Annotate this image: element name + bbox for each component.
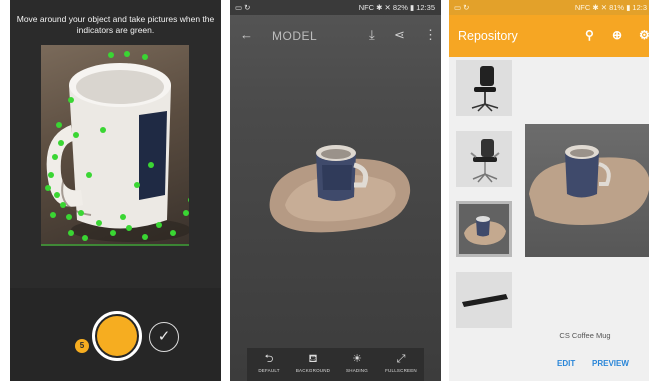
status-right: NFC ✱ ✕ 81% ▮ 12:3: [574, 3, 647, 12]
status-bar: ▭ ↻ NFC ✱ ✕ 81% ▮ 12:3: [449, 0, 649, 15]
capture-instruction: Move around your object and take picture…: [16, 14, 215, 35]
background-button[interactable]: ⛾ BACKGROUND: [291, 348, 335, 375]
paint-icon: ⛾: [308, 353, 318, 365]
search-icon[interactable]: ⚲: [585, 28, 594, 42]
fullscreen-label: FULLSCREEN: [385, 368, 417, 373]
viewer-title: MODEL: [272, 29, 318, 43]
preview-button[interactable]: PREVIEW: [592, 359, 629, 368]
list-item-coffee-mug[interactable]: [456, 201, 512, 257]
mug-preview-image: [529, 145, 649, 225]
viewer-toolbar: ← MODEL ⤓ ⋖ ⋮: [230, 15, 441, 55]
list-item-chair-2[interactable]: [456, 131, 512, 187]
settings-icon[interactable]: ⚙: [639, 28, 649, 42]
office-chair-thumbnail: [471, 66, 499, 112]
model-viewer-screen: ▭ ↻ NFC ✱ ✕ 82% ▮ 12:35 ← MODEL ⤓ ⋖ ⋮ ⮌ …: [230, 0, 441, 381]
default-label: DEFAULT: [258, 368, 280, 373]
camera-preview: [41, 45, 191, 246]
shading-button[interactable]: ☀ SHADING: [335, 348, 379, 375]
list-item-keyboard[interactable]: [456, 272, 512, 328]
status-left: ▭ ↻: [454, 3, 470, 12]
fullscreen-icon: ⤢: [396, 353, 406, 365]
page-title: Repository: [458, 29, 518, 43]
add-circle-icon[interactable]: ⊕: [612, 28, 622, 42]
keyboard-thumbnail: [462, 294, 508, 307]
app-bar: Repository ⚲ ⊕ ⚙: [449, 15, 649, 57]
confirm-button[interactable]: ✓: [149, 322, 179, 352]
background-label: BACKGROUND: [295, 368, 331, 373]
capture-screen: Move around your object and take picture…: [10, 0, 221, 381]
list-item-chair-1[interactable]: [456, 60, 512, 116]
share-icon[interactable]: ⋖: [394, 27, 405, 43]
repository-screen: ▭ ↻ NFC ✱ ✕ 81% ▮ 12:3 Repository ⚲ ⊕ ⚙: [449, 0, 649, 381]
checkmark-icon: ✓: [157, 328, 171, 345]
status-right: NFC ✱ ✕ 82% ▮ 12:35: [358, 3, 435, 12]
viewer-bottom-bar: ⮌ DEFAULT ⛾ BACKGROUND ☀ SHADING ⤢ FULLS…: [247, 348, 424, 381]
status-left: ▭ ↻: [235, 3, 251, 12]
model-3d-view[interactable]: [230, 135, 441, 265]
shutter-button[interactable]: [92, 311, 142, 361]
status-bar: ▭ ↻ NFC ✱ ✕ 82% ▮ 12:35: [230, 0, 441, 15]
armchair-thumbnail: [470, 139, 500, 183]
lightbulb-icon: ☀: [352, 353, 362, 365]
photo-count-badge: 5: [75, 339, 89, 353]
default-button[interactable]: ⮌ DEFAULT: [247, 348, 291, 375]
back-arrow-icon[interactable]: ←: [240, 27, 253, 42]
download-icon[interactable]: ⤓: [369, 27, 375, 43]
shutter-fill: [97, 316, 137, 356]
undo-icon: ⮌: [264, 353, 274, 365]
edit-button[interactable]: EDIT: [557, 359, 575, 368]
model-preview[interactable]: [525, 124, 649, 257]
more-vertical-icon[interactable]: ⋮: [424, 27, 437, 43]
fullscreen-button[interactable]: ⤢ FULLSCREEN: [379, 348, 423, 375]
mug-scan-thumbnail: [459, 204, 509, 254]
tracking-indicators: [45, 51, 189, 241]
selected-model-name: CS Coffee Mug: [559, 331, 611, 340]
shading-label: SHADING: [346, 368, 368, 373]
